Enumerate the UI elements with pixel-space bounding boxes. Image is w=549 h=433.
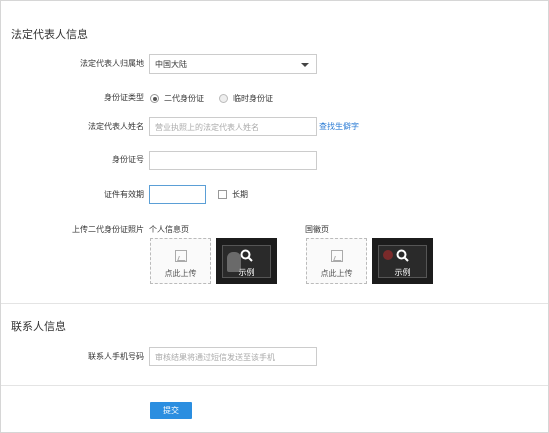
- id-type-option-label: 二代身份证: [164, 94, 204, 103]
- contact-section-title: 联系人信息: [11, 321, 66, 333]
- emblem-page-label: 国徽页: [305, 225, 329, 234]
- magnifier-icon: [396, 249, 409, 262]
- id-number-label: 身份证号: [112, 155, 144, 164]
- id-number-input[interactable]: [149, 151, 317, 170]
- radio-unselected-icon: [219, 94, 228, 103]
- long-term-label: 长期: [232, 190, 248, 199]
- region-value: 中国大陆: [155, 60, 187, 69]
- personal-page-label: 个人信息页: [149, 225, 189, 234]
- upload-personal-page-button[interactable]: 点此上传: [150, 238, 211, 284]
- id-type-option-label: 临时身份证: [233, 94, 273, 103]
- image-upload-icon: [175, 250, 187, 262]
- checkbox-icon: [218, 190, 227, 199]
- name-label: 法定代表人姓名: [88, 122, 144, 131]
- national-emblem-icon: [383, 250, 393, 260]
- click-upload-text: 点此上传: [320, 269, 353, 278]
- emblem-page-sample[interactable]: 示例: [372, 238, 433, 284]
- contact-phone-input[interactable]: 审核结果将通过短信发送至该手机: [149, 347, 317, 366]
- legal-rep-section-title: 法定代表人信息: [11, 29, 88, 41]
- id-type-radio-second-gen[interactable]: 二代身份证: [150, 93, 204, 104]
- section-divider: [1, 303, 548, 304]
- click-upload-text: 点此上传: [164, 269, 197, 278]
- image-upload-icon: [331, 250, 343, 262]
- name-placeholder: 营业执照上的法定代表人姓名: [155, 123, 259, 132]
- section-divider: [1, 385, 548, 386]
- radio-selected-icon: [150, 94, 159, 103]
- long-term-checkbox[interactable]: 长期: [218, 189, 248, 200]
- submit-button[interactable]: 提交: [150, 402, 192, 419]
- legal-rep-name-input[interactable]: 营业执照上的法定代表人姓名: [149, 117, 317, 136]
- region-select[interactable]: 中国大陆: [149, 54, 317, 74]
- validity-date-input[interactable]: [149, 185, 206, 204]
- id-type-radio-temporary[interactable]: 临时身份证: [219, 93, 273, 104]
- sample-text: 示例: [238, 268, 255, 277]
- phone-label: 联系人手机号码: [88, 352, 144, 361]
- magnifier-icon: [240, 249, 253, 262]
- id-type-label: 身份证类型: [104, 93, 144, 102]
- validity-label: 证件有效期: [104, 190, 144, 199]
- rare-char-link[interactable]: 查找生僻字: [319, 121, 359, 132]
- upload-label: 上传二代身份证照片: [72, 225, 144, 234]
- phone-placeholder: 审核结果将通过短信发送至该手机: [155, 353, 275, 362]
- upload-emblem-page-button[interactable]: 点此上传: [306, 238, 367, 284]
- personal-page-sample[interactable]: 示例: [216, 238, 277, 284]
- sample-text: 示例: [394, 268, 411, 277]
- chevron-down-icon: [301, 63, 309, 67]
- region-label: 法定代表人归属地: [80, 59, 144, 68]
